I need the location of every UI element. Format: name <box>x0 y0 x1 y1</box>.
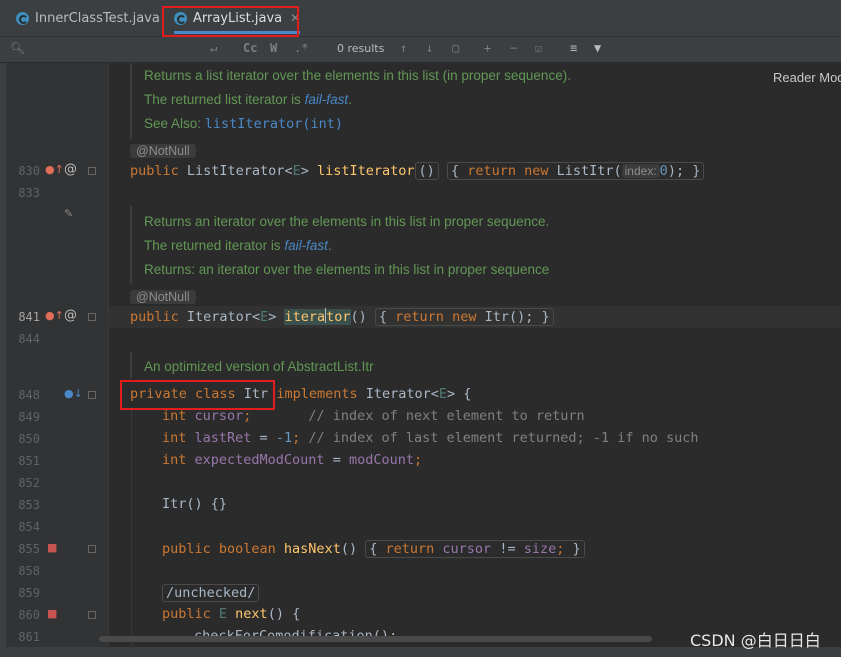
select-occurrences-icon[interactable]: ☑ <box>535 41 542 55</box>
line-number: 841 <box>18 310 40 324</box>
code-line-841: public Iterator<E> iterator() { return n… <box>130 308 554 326</box>
filter-icon[interactable]: ▼ <box>594 41 601 55</box>
code-line-860: public E next() { <box>162 606 301 622</box>
doc-line: The returned list iterator is fail-fast. <box>144 92 352 107</box>
implementation-marker-icon[interactable]: ■ <box>47 541 57 554</box>
whole-words-toggle[interactable]: W <box>270 41 277 55</box>
selected-method-name[interactable]: iterator <box>284 308 351 325</box>
gutter-separator <box>108 63 109 657</box>
doc-comment-iterator: Returns an iterator over the elements in… <box>130 206 841 284</box>
line-number: 850 <box>18 432 40 446</box>
fold-toggle[interactable] <box>88 313 96 321</box>
highlight-box-tab <box>162 6 299 37</box>
watermark-text: CSDN @白日日白 <box>690 631 821 650</box>
left-tool-strip <box>0 63 6 657</box>
code-line-851: int expectedModCount = modCount; <box>162 452 423 468</box>
find-bar: 🔍︎ ↵ Cc W .* 0 results ↑ ↓ ▢ + − ☑ ≡ ▼ <box>0 37 841 63</box>
code-line-859: /unchecked/ <box>162 584 260 602</box>
folded-body[interactable]: { return new ListItr(index: 0); } <box>446 162 705 180</box>
next-occurrence-icon[interactable]: ↓ <box>426 41 433 55</box>
line-number: 830 <box>18 164 40 178</box>
reader-mode-label[interactable]: Reader Mod <box>773 70 841 85</box>
code-line-855: public boolean hasNext() { return cursor… <box>162 540 585 558</box>
highlight-box-class-declaration <box>120 380 275 410</box>
line-number: 833 <box>18 186 40 200</box>
find-results-count: 0 results <box>337 42 385 55</box>
doc-line: The returned iterator is fail-fast. <box>144 238 332 253</box>
add-selection-icon[interactable]: + <box>484 41 491 55</box>
doc-line: Returns an iterator over the elements in… <box>144 214 550 229</box>
select-all-occurrences-icon[interactable]: ▢ <box>452 41 459 55</box>
doc-comment-list-iterator: Returns a list iterator over the element… <box>130 63 841 139</box>
doc-line: Returns a list iterator over the element… <box>144 68 571 83</box>
line-number: 849 <box>18 410 40 424</box>
implementation-marker-icon[interactable]: ■ <box>47 607 57 620</box>
line-number: 852 <box>18 476 40 490</box>
line-number: 851 <box>18 454 40 468</box>
doc-line: An optimized version of AbstractList.Itr <box>144 359 374 374</box>
java-class-icon <box>16 11 29 25</box>
line-number: 853 <box>18 498 40 512</box>
folded-body[interactable]: { return new Itr(); } <box>374 308 554 326</box>
override-marker-icon[interactable]: ●↑ <box>45 163 64 176</box>
doc-line: See Also: listIterator(int) <box>144 116 343 132</box>
indent-guide <box>131 408 132 648</box>
code-line-830: public ListIterator<E> listIterator() { … <box>130 162 705 180</box>
line-number: 858 <box>18 564 40 578</box>
folded-body[interactable]: () <box>414 162 439 180</box>
doc-line: Returns: an iterator over the elements i… <box>144 262 550 277</box>
override-marker-icon[interactable]: ●↑ <box>45 309 64 322</box>
fold-toggle[interactable] <box>88 167 96 175</box>
line-number: 861 <box>18 630 40 644</box>
parameter-hint: index: <box>621 164 660 178</box>
code-line-853: Itr() {} <box>162 496 228 512</box>
editor-tab-bar: InnerClassTest.java ArrayList.java ✕ <box>0 0 841 37</box>
code-line-849: int cursor; // index of next element to … <box>162 408 585 424</box>
annotation-notnull: @NotNull <box>130 290 196 304</box>
horizontal-scrollbar[interactable] <box>99 636 652 642</box>
folded-comment[interactable]: /unchecked/ <box>162 584 260 602</box>
annotation-marker-icon[interactable]: @ <box>64 308 77 323</box>
line-number: 855 <box>18 542 40 556</box>
tab-label: InnerClassTest.java <box>35 10 160 26</box>
annotation-notnull: @NotNull <box>130 144 196 158</box>
doc-emphasis: fail-fast <box>304 92 349 107</box>
remove-selection-icon[interactable]: − <box>510 41 517 55</box>
previous-occurrence-icon[interactable]: ↑ <box>400 41 407 55</box>
regex-toggle[interactable]: .* <box>294 41 308 55</box>
replace-icon[interactable]: ↵ <box>210 41 217 55</box>
line-number: 860 <box>18 608 40 622</box>
fold-toggle[interactable] <box>88 391 96 399</box>
line-number: 854 <box>18 520 40 534</box>
folded-body[interactable]: { return cursor != size; } <box>365 540 585 558</box>
code-line-850: int lastRet = -1; // index of last eleme… <box>162 430 699 446</box>
doc-comment-itr: An optimized version of AbstractList.Itr <box>130 352 841 378</box>
line-number: 848 <box>18 388 40 402</box>
annotation-marker-icon[interactable]: @ <box>64 162 77 177</box>
line-number: 859 <box>18 586 40 600</box>
doc-link[interactable]: listIterator(int) <box>205 116 343 132</box>
match-case-toggle[interactable]: Cc <box>243 41 257 55</box>
tab-innerclasstest[interactable]: InnerClassTest.java <box>16 0 160 36</box>
fold-toggle[interactable] <box>88 545 96 553</box>
fold-toggle[interactable] <box>88 611 96 619</box>
implements-marker-icon[interactable]: ●↓ <box>64 387 83 400</box>
doc-emphasis: fail-fast <box>284 238 328 253</box>
filter-options-icon[interactable]: ≡ <box>570 41 577 55</box>
edit-doc-icon[interactable]: ✎ <box>64 207 73 220</box>
search-icon[interactable]: 🔍︎ <box>10 41 25 55</box>
line-number: 844 <box>18 332 40 346</box>
